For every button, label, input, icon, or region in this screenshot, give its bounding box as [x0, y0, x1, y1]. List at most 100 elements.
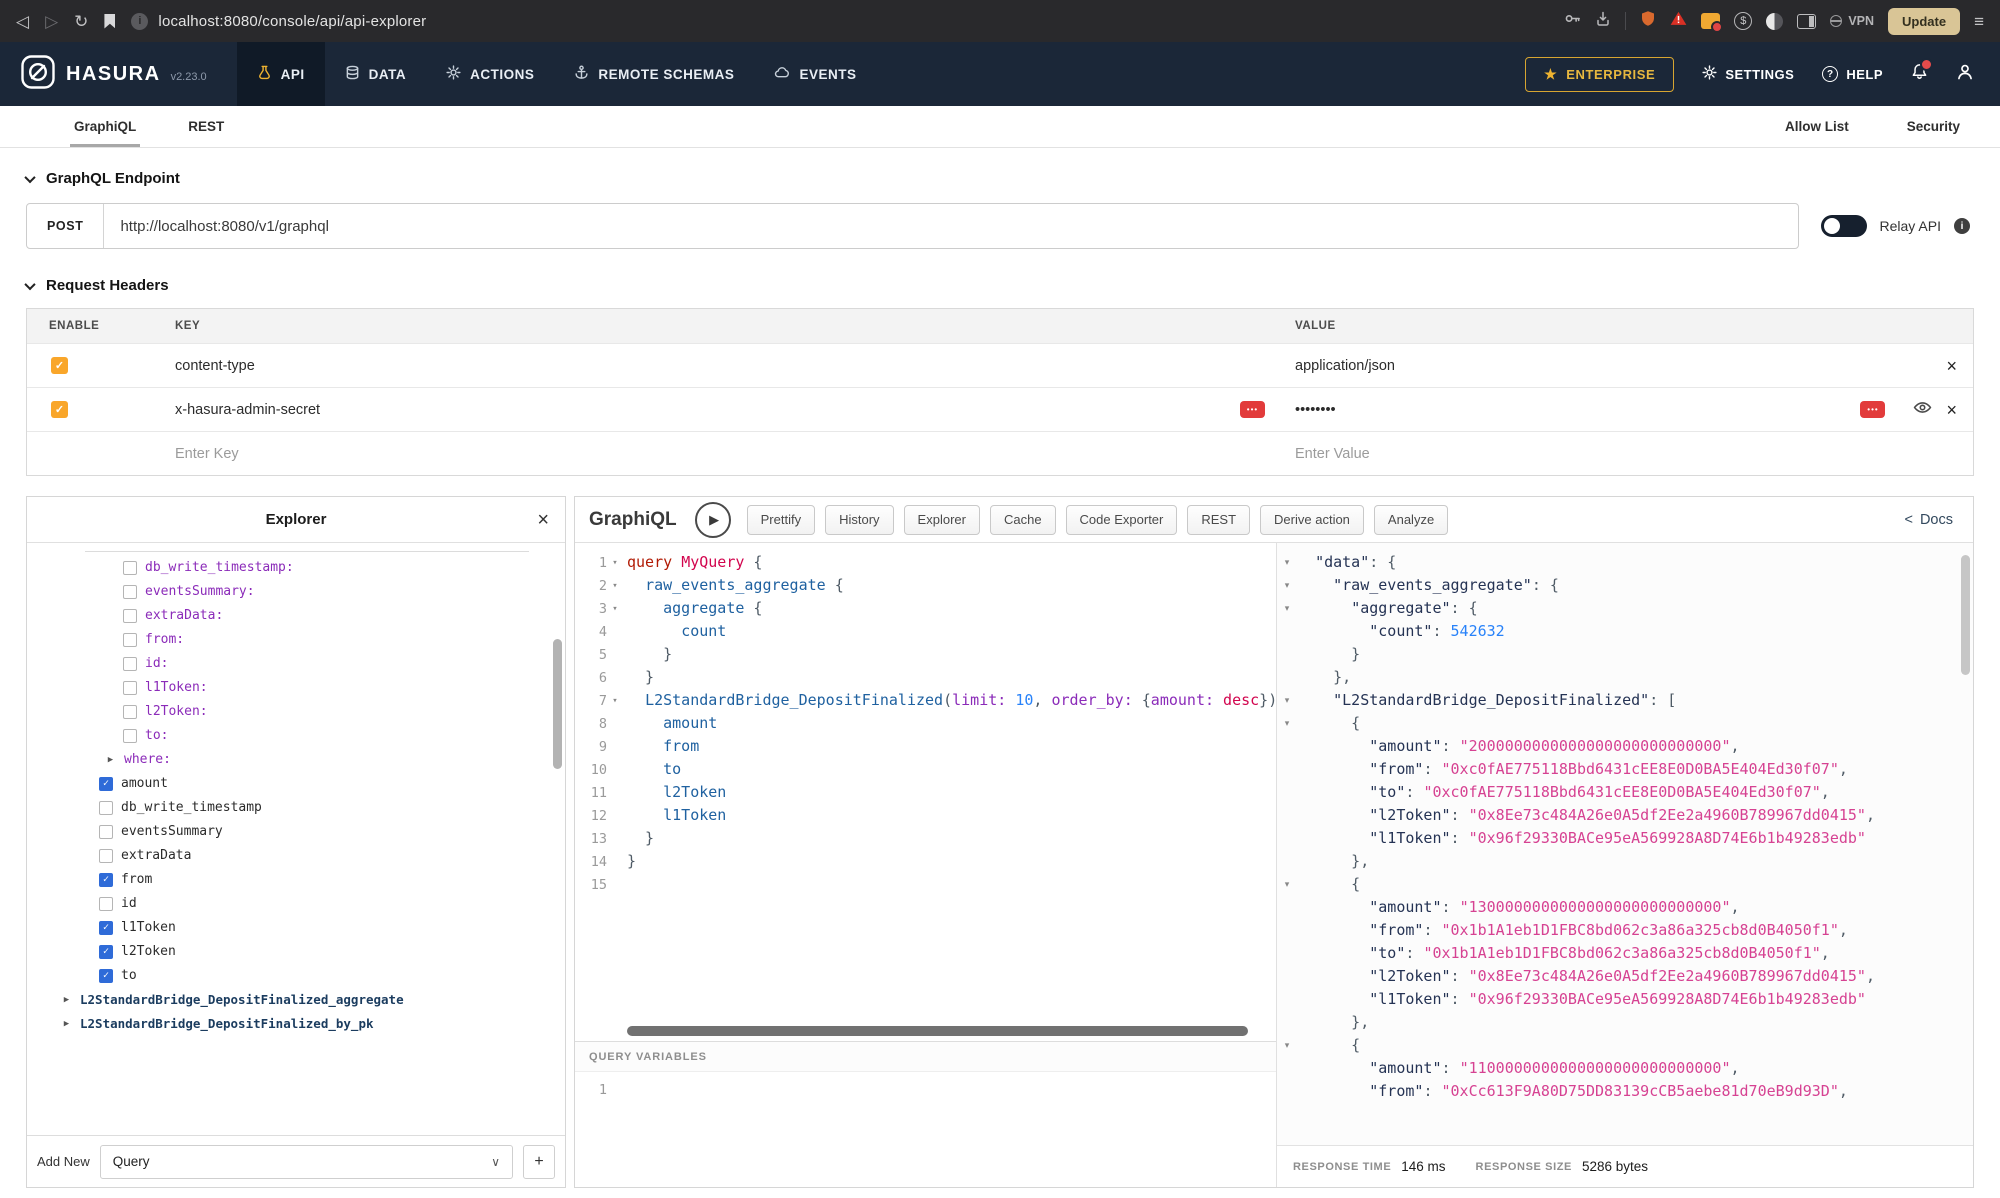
explorer-tree-item[interactable]: ✓l1Token	[27, 916, 565, 940]
explorer-tree-item[interactable]: extraData	[27, 844, 565, 868]
headers-section-header[interactable]: Request Headers	[26, 277, 1974, 294]
reload-icon[interactable]: ↻	[74, 13, 88, 30]
checkbox-icon[interactable]	[99, 897, 113, 911]
endpoint-section-header[interactable]: GraphQL Endpoint	[26, 170, 1974, 187]
fold-arrow-icon[interactable]: ▾	[1279, 695, 1295, 706]
toolbar-button-prettify[interactable]: Prettify	[747, 505, 815, 535]
explorer-tree-item[interactable]: to:	[27, 724, 565, 748]
checkbox-icon[interactable]	[123, 585, 137, 599]
fold-arrow-icon[interactable]: ▾	[607, 558, 623, 568]
checkbox-icon[interactable]	[123, 657, 137, 671]
remove-header-icon[interactable]: ×	[1946, 357, 1957, 375]
query-variables-header[interactable]: QUERY VARIABLES	[575, 1041, 1276, 1071]
explorer-tree-item[interactable]: ✓from	[27, 868, 565, 892]
toolbar-button-code-exporter[interactable]: Code Exporter	[1066, 505, 1178, 535]
explorer-scrollbar[interactable]	[553, 639, 562, 769]
explorer-tree[interactable]: db_write_timestamp:eventsSummary:extraDa…	[27, 543, 565, 1135]
new-header-key-input[interactable]	[175, 446, 1169, 462]
query-variables-editor[interactable]: 1	[575, 1071, 1276, 1187]
query-editor-lines[interactable]: query MyQuery { raw_events_aggregate { a…	[623, 551, 1276, 1041]
forward-icon[interactable]: ▷	[45, 13, 58, 30]
security-link[interactable]: Security	[1907, 119, 1960, 134]
checkbox-icon[interactable]: ✓	[99, 945, 113, 959]
tab-graphiql[interactable]: GraphiQL	[70, 106, 140, 147]
fold-arrow-icon[interactable]: ▾	[1279, 879, 1295, 890]
settings-button[interactable]: SETTINGS	[1702, 65, 1794, 83]
expand-arrow-icon[interactable]: ▶	[61, 988, 72, 1012]
help-button[interactable]: ? HELP	[1822, 66, 1883, 82]
checkbox-icon[interactable]: ✓	[99, 969, 113, 983]
explorer-tree-item[interactable]: ✓l2Token	[27, 940, 565, 964]
horizontal-scrollbar[interactable]	[627, 1026, 1248, 1036]
menu-icon[interactable]: ≡	[1974, 13, 1984, 30]
nav-item-api[interactable]: API	[237, 42, 325, 106]
allow-list-link[interactable]: Allow List	[1785, 119, 1849, 134]
shield-icon[interactable]	[1640, 10, 1656, 32]
checkbox-icon[interactable]	[123, 609, 137, 623]
checkbox-icon[interactable]: ✓	[99, 921, 113, 935]
header-value[interactable]: ••••••••	[1295, 402, 1336, 418]
explorer-tree-item[interactable]: ▶L2StandardBridge_DepositFinalized_aggre…	[27, 988, 565, 1012]
toolbar-button-analyze[interactable]: Analyze	[1374, 505, 1448, 535]
warning-icon[interactable]	[1670, 11, 1687, 31]
sidebar-extension-icon[interactable]	[1797, 14, 1816, 29]
explorer-tree-item[interactable]: from:	[27, 628, 565, 652]
remove-header-icon[interactable]: ×	[1946, 401, 1957, 419]
dark-mode-extension-icon[interactable]	[1766, 13, 1783, 30]
execute-query-button[interactable]: ▶	[695, 502, 731, 538]
back-icon[interactable]: ◁	[16, 13, 29, 30]
header-key[interactable]: x-hasura-admin-secret	[175, 402, 320, 418]
checkbox-icon[interactable]: ✓	[99, 873, 113, 887]
explorer-tree-item[interactable]: l1Token:	[27, 676, 565, 700]
new-header-value-input[interactable]	[1295, 446, 1905, 462]
fold-arrow-icon[interactable]: ▾	[607, 604, 623, 614]
explorer-tree-item[interactable]: db_write_timestamp:	[27, 556, 565, 580]
explorer-tree-item[interactable]: eventsSummary:	[27, 580, 565, 604]
expand-arrow-icon[interactable]: ▶	[105, 748, 116, 772]
fold-arrow-icon[interactable]: ▾	[1279, 580, 1295, 591]
checkbox-icon[interactable]	[99, 801, 113, 815]
query-editor[interactable]: 1▾2▾3▾4567▾89101112131415 query MyQuery …	[575, 543, 1276, 1041]
toolbar-button-explorer[interactable]: Explorer	[904, 505, 980, 535]
hasura-brand[interactable]: HASURA v2.23.0	[20, 54, 207, 95]
explorer-tree-item[interactable]: extraData:	[27, 604, 565, 628]
explorer-tree-item[interactable]: l2Token:	[27, 700, 565, 724]
toolbar-button-cache[interactable]: Cache	[990, 505, 1056, 535]
update-button[interactable]: Update	[1888, 8, 1960, 35]
fold-arrow-icon[interactable]: ▾	[1279, 603, 1295, 614]
explorer-tree-item[interactable]: ▶L2StandardBridge_DepositFinalized_by_pk	[27, 1012, 565, 1036]
eye-icon[interactable]	[1913, 398, 1932, 421]
fold-arrow-icon[interactable]: ▾	[607, 696, 623, 706]
info-icon[interactable]: i	[1954, 218, 1970, 234]
checkbox-icon[interactable]	[99, 849, 113, 863]
download-icon[interactable]	[1595, 11, 1611, 32]
notifications-button[interactable]	[1911, 63, 1928, 85]
extension-circle-icon[interactable]: $	[1734, 12, 1752, 30]
fold-arrow-icon[interactable]: ▾	[1279, 557, 1295, 568]
toolbar-button-derive-action[interactable]: Derive action	[1260, 505, 1364, 535]
tab-rest[interactable]: REST	[184, 106, 228, 147]
explorer-tree-item[interactable]: id:	[27, 652, 565, 676]
close-icon[interactable]: ×	[537, 510, 549, 530]
nav-item-events[interactable]: EVENTS	[754, 42, 876, 106]
explorer-tree-item[interactable]: ✓to	[27, 964, 565, 988]
url-text[interactable]: localhost:8080/console/api/api-explorer	[158, 13, 426, 30]
toolbar-button-rest[interactable]: REST	[1187, 505, 1250, 535]
user-menu-button[interactable]	[1956, 63, 1974, 86]
fold-arrow-icon[interactable]: ▾	[1279, 1040, 1295, 1051]
docs-link[interactable]: < Docs	[1904, 512, 1959, 528]
explorer-tree-item[interactable]: db_write_timestamp	[27, 796, 565, 820]
explorer-tree-item[interactable]: ✓amount	[27, 772, 565, 796]
nav-item-data[interactable]: DATA	[325, 42, 427, 106]
checkbox-icon[interactable]	[123, 561, 137, 575]
response-scrollbar[interactable]	[1961, 555, 1970, 675]
add-operation-button[interactable]: +	[523, 1145, 555, 1179]
explorer-tree-item[interactable]: ▶where:	[27, 748, 565, 772]
operation-type-select[interactable]: Query ∨	[100, 1145, 513, 1179]
nav-item-remote-schemas[interactable]: REMOTE SCHEMAS	[554, 42, 754, 106]
fold-arrow-icon[interactable]: ▾	[607, 581, 623, 591]
bookmark-icon[interactable]	[104, 14, 115, 29]
relay-toggle[interactable]	[1821, 215, 1867, 237]
explorer-tree-item[interactable]: id	[27, 892, 565, 916]
site-info-icon[interactable]: i	[131, 13, 148, 30]
